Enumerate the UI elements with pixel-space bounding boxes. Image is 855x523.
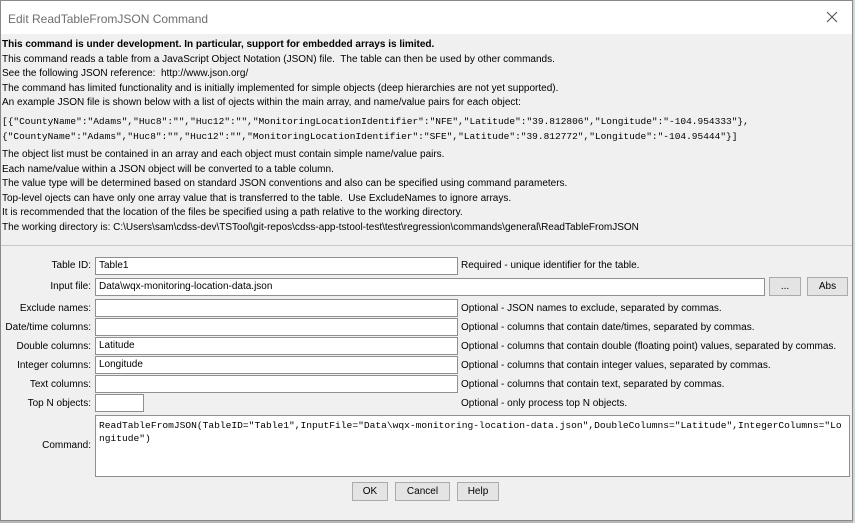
ok-button[interactable]: OK [352, 482, 388, 501]
close-icon[interactable] [824, 9, 840, 25]
double-columns-input[interactable]: Latitude [95, 337, 458, 355]
info-line: This command reads a table from a JavaSc… [2, 53, 555, 65]
text-columns-input[interactable] [95, 375, 458, 393]
info-line: The command has limited functionality an… [2, 82, 559, 94]
info-note: Top-level ojects can have only one array… [2, 192, 512, 204]
window-title: Edit ReadTableFromJSON Command [8, 12, 209, 26]
browse-button[interactable]: ... [769, 277, 801, 296]
info-panel: This command is under development. In pa… [2, 38, 749, 236]
info-note: The value type will be determined based … [2, 178, 568, 190]
abs-button[interactable]: Abs [807, 277, 848, 296]
text-columns-label: Text columns: [29, 379, 91, 390]
info-note: The object list must be contained in an … [2, 148, 445, 160]
integer-columns-input[interactable]: Longitude [95, 356, 458, 374]
double-columns-desc: Optional - columns that contain double (… [461, 341, 837, 352]
title-bar: Edit ReadTableFromJSON Command [1, 1, 852, 34]
table-id-desc: Required - unique identifier for the tab… [461, 260, 640, 271]
info-warning: This command is under development. In pa… [2, 39, 435, 50]
help-button[interactable]: Help [457, 482, 499, 501]
top-n-label: Top N objects: [27, 398, 91, 409]
info-note: It is recommended that the location of t… [2, 207, 463, 219]
exclude-names-label: Exclude names: [19, 303, 91, 314]
json-example-line: [{"CountyName":"Adams","Huc8":"","Huc12"… [2, 115, 749, 127]
datetime-columns-input[interactable] [95, 318, 458, 336]
info-line: An example JSON file is shown below with… [2, 97, 521, 109]
dialog-window: Edit ReadTableFromJSON Command This comm… [0, 0, 853, 521]
working-directory: The working directory is: C:\Users\sam\c… [2, 221, 639, 233]
exclude-names-desc: Optional - JSON names to exclude, separa… [461, 303, 722, 314]
datetime-columns-label: Date/time columns: [5, 322, 91, 333]
table-id-label: Table ID: [51, 260, 91, 271]
info-line: See the following JSON reference: http:/… [2, 68, 249, 80]
info-note: Each name/value within a JSON object wil… [2, 163, 334, 175]
top-n-input[interactable] [95, 394, 144, 412]
command-textarea[interactable]: ReadTableFromJSON(TableID="Table1",Input… [95, 415, 850, 477]
integer-columns-desc: Optional - columns that contain integer … [461, 360, 771, 371]
top-n-desc: Optional - only process top N objects. [461, 398, 628, 409]
integer-columns-label: Integer columns: [17, 360, 91, 371]
table-id-input[interactable]: Table1 [95, 257, 458, 275]
input-file-input[interactable]: Data\wqx-monitoring-location-data.json [95, 278, 765, 296]
datetime-columns-desc: Optional - columns that contain date/tim… [461, 322, 755, 333]
command-label: Command: [42, 440, 91, 451]
text-columns-desc: Optional - columns that contain text, se… [461, 379, 725, 390]
separator [1, 245, 852, 246]
exclude-names-input[interactable] [95, 299, 458, 317]
double-columns-label: Double columns: [16, 341, 91, 352]
input-file-label: Input file: [50, 281, 91, 292]
cancel-button[interactable]: Cancel [395, 482, 450, 501]
json-example-line: {"CountyName":"Adams","Huc8":"","Huc12":… [2, 131, 738, 143]
